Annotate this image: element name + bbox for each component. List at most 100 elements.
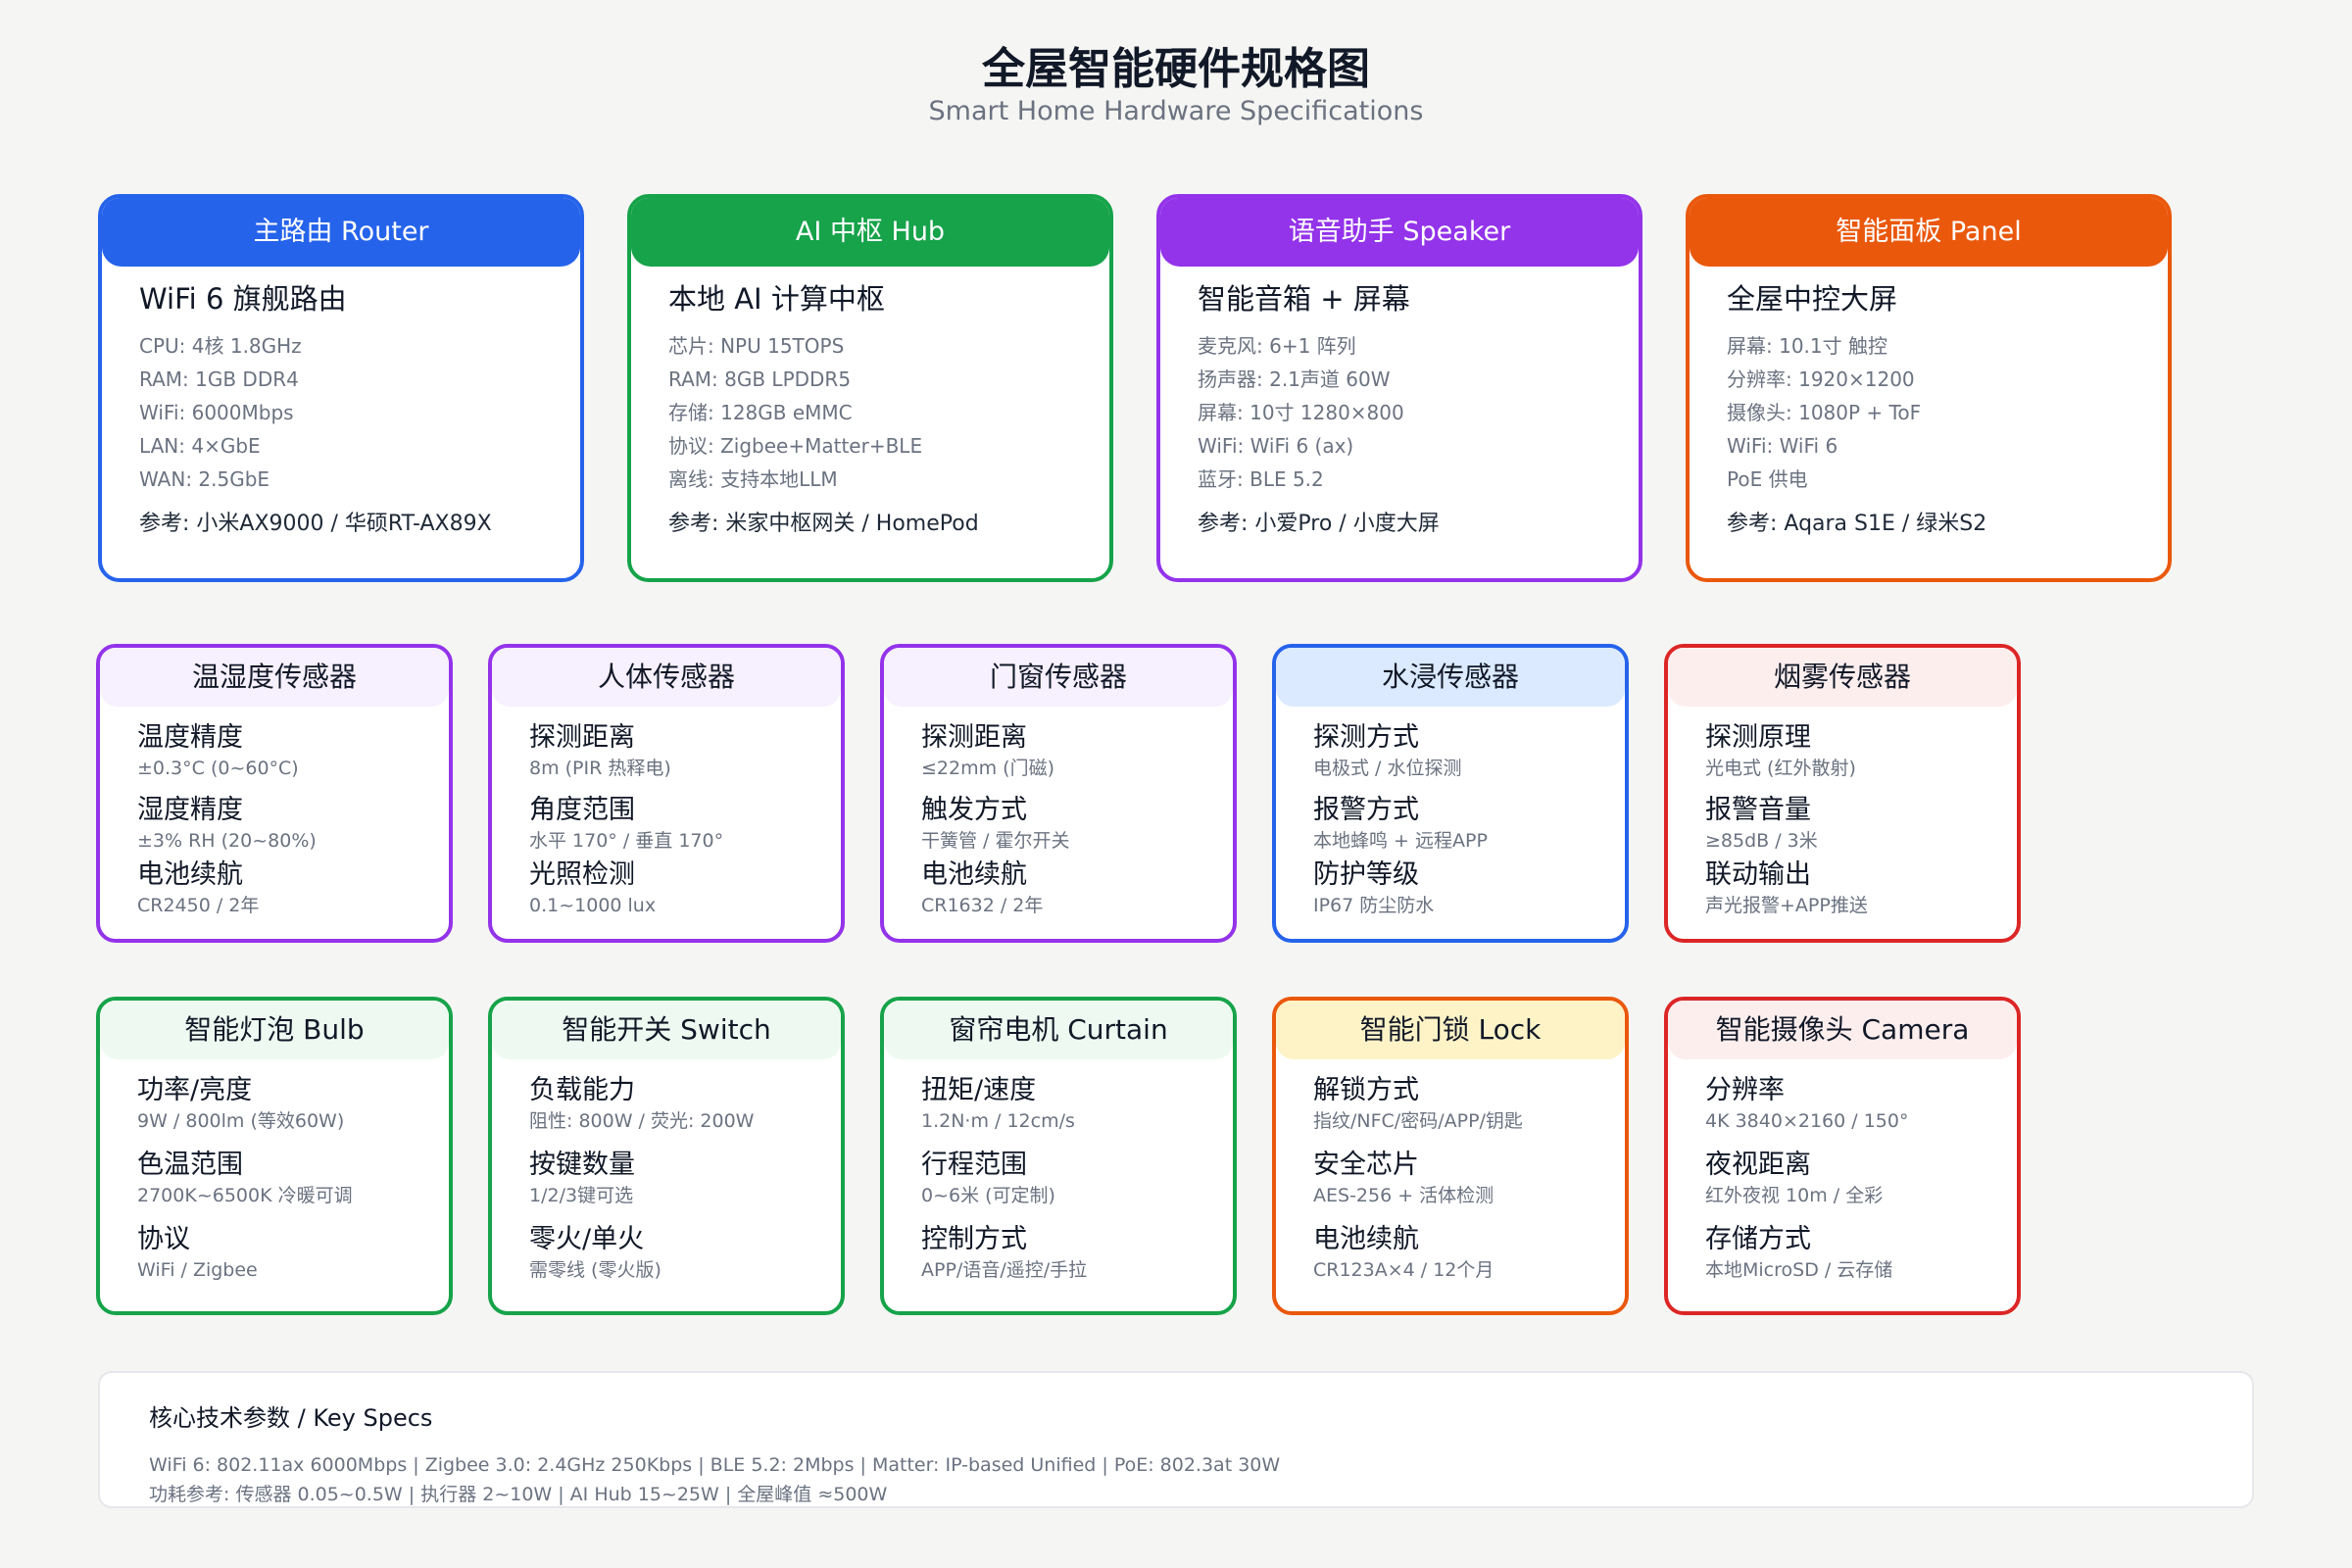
spec-line: 蓝牙: BLE 5.2 bbox=[1198, 467, 1324, 491]
feature-value: 水平 170° / 垂直 170° bbox=[529, 830, 724, 852]
switch-card: 智能开关 Switch 负载能力 阻性: 800W / 荧光: 200W 按键数量… bbox=[488, 997, 845, 1315]
feature-value: 4K 3840×2160 / 150° bbox=[1705, 1110, 1909, 1132]
feature-value: 指纹/NFC/密码/APP/钥匙 bbox=[1313, 1110, 1523, 1132]
feature-value: 2700K~6500K 冷暖可调 bbox=[137, 1185, 353, 1206]
hub-reference: 参考: 米家中枢网关 / HomePod bbox=[668, 512, 979, 536]
feature-label: 夜视距离 bbox=[1705, 1150, 1811, 1180]
key-specs-line-power: 功耗参考: 传感器 0.05~0.5W | 执行器 2~10W | AI Hub… bbox=[149, 1484, 888, 1505]
panel-card-header: 智能面板 Panel bbox=[1690, 198, 2168, 267]
feature-value: 0.1~1000 lux bbox=[529, 895, 657, 916]
hub-product-name: 本地 AI 计算中枢 bbox=[668, 282, 885, 316]
feature-label: 触发方式 bbox=[921, 795, 1027, 825]
spec-line: 协议: Zigbee+Matter+BLE bbox=[668, 434, 923, 458]
sensor-card-header: 门窗传感器 bbox=[884, 648, 1233, 707]
hub-card-header: AI 中枢 Hub bbox=[631, 198, 1109, 267]
feature-value: APP/语音/遥控/手拉 bbox=[921, 1259, 1088, 1281]
feature-label: 色温范围 bbox=[137, 1150, 243, 1180]
feature-value: WiFi / Zigbee bbox=[137, 1259, 258, 1281]
feature-value: ±3% RH (20~80%) bbox=[137, 830, 317, 852]
feature-value: 干簧管 / 霍尔开关 bbox=[921, 830, 1070, 852]
feature-label: 温度精度 bbox=[137, 722, 243, 753]
key-specs-panel: 核心技术参数 / Key Specs WiFi 6: 802.11ax 6000… bbox=[98, 1371, 2254, 1508]
smoke-sensor-card: 烟雾传感器 探测原理 光电式 (红外散射) 报警音量 ≥85dB / 3米 联动输出… bbox=[1664, 644, 2021, 943]
feature-label: 探测距离 bbox=[529, 722, 635, 753]
device-card-header: 智能开关 Switch bbox=[492, 1001, 841, 1059]
spec-line: CPU: 4核 1.8GHz bbox=[139, 334, 302, 358]
feature-value: 红外夜视 10m / 全彩 bbox=[1705, 1185, 1884, 1206]
spec-line: 离线: 支持本地LLM bbox=[668, 467, 838, 491]
feature-label: 防护等级 bbox=[1313, 859, 1419, 890]
feature-value: CR2450 / 2年 bbox=[137, 895, 260, 916]
feature-label: 报警音量 bbox=[1705, 795, 1811, 825]
spec-line: 屏幕: 10.1寸 触控 bbox=[1727, 334, 1887, 358]
feature-label: 负载能力 bbox=[529, 1075, 635, 1105]
feature-label: 安全芯片 bbox=[1313, 1150, 1419, 1180]
feature-label: 分辨率 bbox=[1705, 1075, 1785, 1105]
feature-value: 1.2N·m / 12cm/s bbox=[921, 1110, 1075, 1132]
feature-label: 报警方式 bbox=[1313, 795, 1419, 825]
feature-value: CR1632 / 2年 bbox=[921, 895, 1044, 916]
feature-label: 存储方式 bbox=[1705, 1224, 1811, 1254]
feature-label: 探测距离 bbox=[921, 722, 1027, 753]
feature-label: 角度范围 bbox=[529, 795, 635, 825]
spec-line: 芯片: NPU 15TOPS bbox=[668, 334, 845, 358]
sensor-card-header: 水浸传感器 bbox=[1276, 648, 1625, 707]
speaker-reference: 参考: 小爱Pro / 小度大屏 bbox=[1198, 512, 1440, 536]
lock-card: 智能门锁 Lock 解锁方式 指纹/NFC/密码/APP/钥匙 安全芯片 AES-2… bbox=[1272, 997, 1629, 1315]
router-product-name: WiFi 6 旗舰路由 bbox=[139, 282, 347, 316]
feature-label: 扭矩/速度 bbox=[921, 1075, 1037, 1105]
hub-card: AI 中枢 Hub 本地 AI 计算中枢 芯片: NPU 15TOPS RAM:… bbox=[627, 194, 1113, 582]
device-card-header: 窗帘电机 Curtain bbox=[884, 1001, 1233, 1059]
spec-line: WiFi: 6000Mbps bbox=[139, 401, 294, 424]
panel-reference: 参考: Aqara S1E / 绿米S2 bbox=[1727, 512, 1987, 536]
spec-line: WAN: 2.5GbE bbox=[139, 467, 270, 491]
feature-value: IP67 防尘防水 bbox=[1313, 895, 1435, 916]
feature-value: 需零线 (零火版) bbox=[529, 1259, 662, 1281]
feature-value: 9W / 800lm (等效60W) bbox=[137, 1110, 345, 1132]
spec-line: 屏幕: 10寸 1280×800 bbox=[1198, 401, 1404, 424]
spec-line: 麦克风: 6+1 阵列 bbox=[1198, 334, 1356, 358]
temp-humidity-sensor-card: 温湿度传感器 温度精度 ±0.3°C (0~60°C) 湿度精度 ±3% RH (2… bbox=[96, 644, 453, 943]
speaker-card: 语音助手 Speaker 智能音箱 + 屏幕 麦克风: 6+1 阵列 扬声器: … bbox=[1156, 194, 1642, 582]
feature-label: 解锁方式 bbox=[1313, 1075, 1419, 1105]
device-card-header: 智能摄像头 Camera bbox=[1668, 1001, 2017, 1059]
feature-label: 功率/亮度 bbox=[137, 1075, 253, 1105]
feature-label: 协议 bbox=[137, 1224, 190, 1254]
panel-product-name: 全屋中控大屏 bbox=[1727, 282, 1898, 316]
spec-line: 存储: 128GB eMMC bbox=[668, 401, 853, 424]
key-specs-title: 核心技术参数 / Key Specs bbox=[149, 1404, 433, 1432]
spec-line: 扬声器: 2.1声道 60W bbox=[1198, 368, 1391, 391]
feature-value: ≥85dB / 3米 bbox=[1705, 830, 1818, 852]
feature-label: 光照检测 bbox=[529, 859, 635, 890]
feature-value: 本地MicroSD / 云存储 bbox=[1705, 1259, 1893, 1281]
feature-value: CR123A×4 / 12个月 bbox=[1313, 1259, 1494, 1281]
spec-line: RAM: 1GB DDR4 bbox=[139, 368, 299, 391]
feature-label: 电池续航 bbox=[1313, 1224, 1419, 1254]
device-card-header: 智能灯泡 Bulb bbox=[100, 1001, 449, 1059]
feature-value: 电极式 / 水位探测 bbox=[1313, 758, 1462, 779]
feature-label: 控制方式 bbox=[921, 1224, 1027, 1254]
feature-label: 行程范围 bbox=[921, 1150, 1027, 1180]
feature-value: 1/2/3键可选 bbox=[529, 1185, 634, 1206]
spec-line: 分辨率: 1920×1200 bbox=[1727, 368, 1915, 391]
water-leak-sensor-card: 水浸传感器 探测方式电极式 / 水位探测 报警方式本地蜂鸣 + 远程APP 防护… bbox=[1272, 644, 1629, 943]
feature-value: 声光报警+APP推送 bbox=[1705, 895, 1868, 916]
feature-label: 探测原理 bbox=[1705, 722, 1811, 753]
spec-line: LAN: 4×GbE bbox=[139, 434, 261, 458]
feature-value: ≤22mm (门磁) bbox=[921, 758, 1054, 779]
feature-label: 探测方式 bbox=[1313, 722, 1419, 753]
spec-line: RAM: 8GB LPDDR5 bbox=[668, 368, 852, 391]
feature-value: 8m (PIR 热释电) bbox=[529, 758, 671, 779]
feature-value: 本地蜂鸣 + 远程APP bbox=[1313, 830, 1488, 852]
feature-label: 电池续航 bbox=[137, 859, 243, 890]
router-card-header: 主路由 Router bbox=[102, 198, 580, 267]
feature-value: 0~6米 (可定制) bbox=[921, 1185, 1055, 1206]
page-title: 全屋智能硬件规格图 bbox=[982, 44, 1370, 94]
router-card: 主路由 Router WiFi 6 旗舰路由 CPU: 4核 1.8GHz RA… bbox=[98, 194, 584, 582]
feature-label: 按键数量 bbox=[529, 1150, 635, 1180]
feature-label: 零火/单火 bbox=[529, 1224, 645, 1254]
feature-label: 湿度精度 bbox=[137, 795, 243, 825]
panel-card: 智能面板 Panel 全屋中控大屏 屏幕: 10.1寸 触控 分辨率: 1920… bbox=[1686, 194, 2172, 582]
feature-value: 光电式 (红外散射) bbox=[1705, 758, 1856, 779]
spec-line: WiFi: WiFi 6 bbox=[1727, 434, 1838, 458]
